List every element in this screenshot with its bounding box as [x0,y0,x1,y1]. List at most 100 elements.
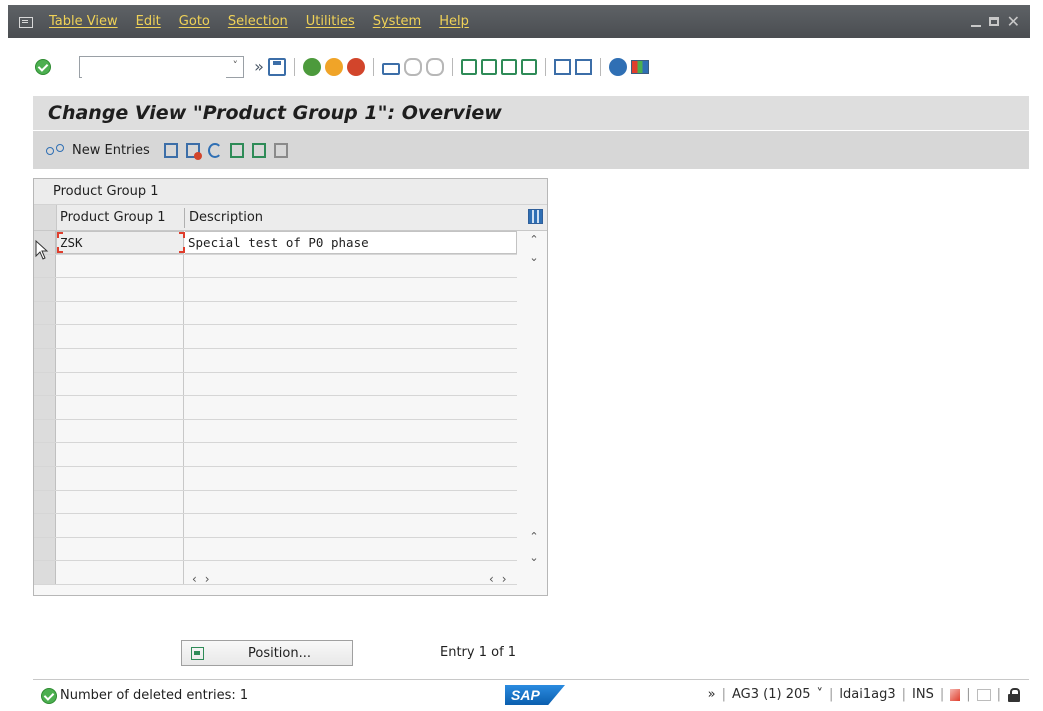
table-row[interactable]: ZSK Special test of P0 phase [34,231,517,255]
table-row[interactable] [34,490,517,515]
print-icon[interactable] [382,63,400,75]
table-row[interactable] [34,301,517,326]
new-entries-button[interactable]: New Entries [72,143,150,158]
table-row[interactable] [34,325,517,349]
column-header-description[interactable]: Description [189,210,263,225]
column-header-row: Product Group 1 Description [34,205,547,231]
command-input[interactable] [82,58,226,78]
scroll-up-bottom-icon[interactable]: ⌃ [526,530,542,543]
menu-table-view[interactable]: Table View [40,14,127,29]
close-icon[interactable]: ✕ [1007,13,1020,30]
row-selector[interactable] [34,278,56,301]
deselect-all-icon[interactable] [273,142,288,158]
row-selector[interactable] [34,301,56,325]
row-selector[interactable] [34,443,56,466]
table-row[interactable] [34,561,517,585]
next-page-icon[interactable] [501,59,517,75]
enter-icon[interactable] [35,59,51,75]
scroll-down-bottom-icon[interactable]: ⌄ [526,551,542,564]
tab-order-icon[interactable] [976,688,991,701]
row-selector[interactable] [34,348,56,372]
previous-page-icon[interactable] [481,59,497,75]
lock-icon[interactable] [1007,687,1021,702]
menu-system[interactable]: System [364,14,430,29]
exit-icon[interactable] [325,58,343,76]
system-client: AG3 (1) 205 [732,687,811,702]
table-row[interactable] [34,396,517,420]
last-page-icon[interactable] [521,59,537,75]
row-selector[interactable] [34,466,56,490]
row-selector[interactable] [34,561,56,584]
table-row[interactable] [34,514,517,538]
select-all-icon[interactable] [229,142,244,158]
system-dropdown-icon[interactable]: ˅ [817,687,824,702]
command-field[interactable]: ˅ [79,56,244,78]
row-selector[interactable] [34,490,56,514]
scroll-up-icon[interactable]: ⌃ [526,233,542,246]
status-separator: | [939,687,945,702]
cancel-icon[interactable] [347,58,365,76]
menu-utilities[interactable]: Utilities [297,14,364,29]
save-icon[interactable] [268,58,286,76]
window-menu-icon[interactable] [18,15,34,29]
description-value: Special test of P0 phase [188,235,369,250]
table-row[interactable] [34,537,517,562]
table-row[interactable] [34,443,517,467]
row-selector[interactable] [34,514,56,537]
create-session-icon[interactable] [554,59,571,75]
select-all-rows-button[interactable] [34,205,57,230]
table-row[interactable] [34,348,517,373]
table-row[interactable] [34,419,517,444]
delete-icon[interactable] [185,142,202,160]
status-expand-icon[interactable]: » [708,687,716,702]
copy-as-icon[interactable] [163,142,178,158]
window-controls: ✕ [970,13,1020,30]
table-row[interactable] [34,372,517,397]
row-selector[interactable] [34,537,56,561]
back-icon[interactable] [303,58,321,76]
toolbar-separator [600,58,601,76]
row-selector[interactable] [34,325,56,348]
cell-description [185,419,517,443]
scroll-down-icon[interactable]: ⌄ [526,251,542,264]
position-button[interactable]: Position... [181,640,353,666]
cell-product-group [56,348,184,372]
menu-selection[interactable]: Selection [219,14,297,29]
column-divider[interactable] [184,208,185,228]
horizontal-scroll-left-icon[interactable]: ‹› [192,572,218,586]
horizontal-scroll-right-icon[interactable]: ‹› [489,572,515,586]
row-selector[interactable] [34,372,56,396]
cell-description [185,325,517,348]
cell-product-group [56,514,184,537]
minimize-icon[interactable] [970,24,981,27]
find-next-icon[interactable] [426,58,444,76]
table-row[interactable] [34,466,517,491]
position-button-label: Position... [248,645,312,661]
menu-help[interactable]: Help [430,14,478,29]
menu-edit[interactable]: Edit [127,14,170,29]
maximize-icon[interactable] [988,17,999,26]
row-selector[interactable] [34,419,56,443]
shortcut-icon[interactable] [575,59,592,75]
table-settings-icon[interactable] [528,209,543,224]
command-dropdown-icon[interactable]: ˅ [233,59,239,72]
display-change-icon[interactable] [46,144,64,156]
column-header-product-group[interactable]: Product Group 1 [60,210,165,225]
status-message[interactable]: Number of deleted entries: 1 [60,688,248,703]
expand-icon[interactable]: » [252,58,266,76]
find-icon[interactable] [404,58,422,76]
layout-icon[interactable] [631,60,649,74]
table-row[interactable] [34,278,517,302]
transaction-flag-icon [950,688,961,701]
menu-goto[interactable]: Goto [170,14,219,29]
cell-product-group[interactable]: ZSK [56,231,185,254]
select-block-icon[interactable] [251,142,266,158]
undo-change-icon[interactable] [207,142,222,158]
first-page-icon[interactable] [461,59,477,75]
toolbar-separator [294,58,295,76]
input-mode[interactable]: INS [912,687,934,702]
cell-description[interactable]: Special test of P0 phase [185,231,517,254]
table-row[interactable] [34,254,517,279]
help-icon[interactable] [609,58,627,76]
row-selector[interactable] [34,396,56,419]
